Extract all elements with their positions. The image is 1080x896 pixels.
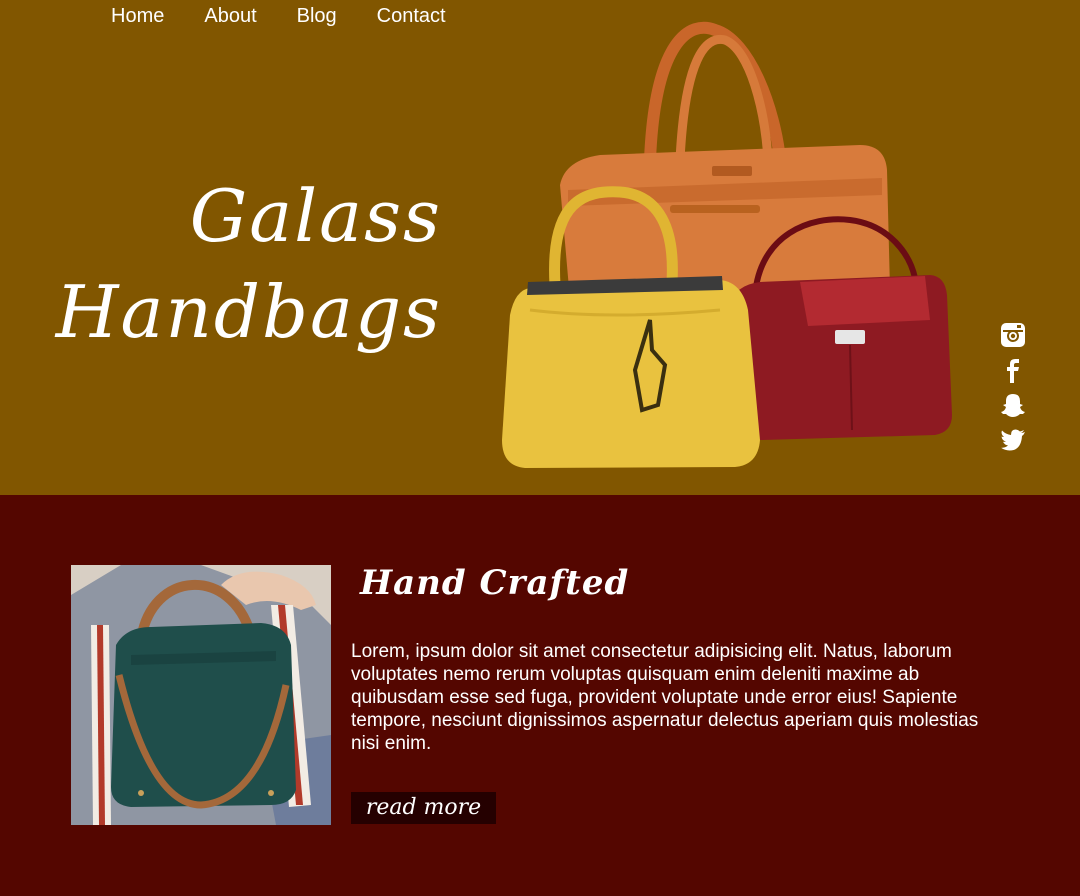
handbag-photo [71, 565, 331, 825]
hero-title-line1: Galass [189, 174, 442, 258]
facebook-icon[interactable] [1000, 357, 1026, 383]
content-section: Hand Crafted Lorem, ipsum dolor sit amet… [0, 495, 1080, 896]
social-icons [998, 322, 1028, 453]
handbags-image [502, 21, 952, 468]
section-body: Lorem, ipsum dolor sit amet consectetur … [351, 641, 979, 754]
instagram-icon[interactable] [1000, 322, 1026, 348]
read-more-button[interactable]: read more [351, 792, 496, 824]
snapchat-icon[interactable] [1000, 392, 1026, 418]
twitter-icon[interactable] [1000, 427, 1026, 453]
hero-section: Home About Blog Contact Galass Handbags [0, 0, 1080, 495]
hero-title-line2: Handbags [55, 270, 442, 354]
hero-title: Galass Handbags [56, 168, 442, 360]
section-title: Hand Crafted [360, 563, 630, 603]
nav-link-blog[interactable]: Blog [297, 5, 337, 27]
nav-link-contact[interactable]: Contact [377, 5, 446, 27]
nav-link-home[interactable]: Home [111, 5, 164, 27]
main-nav: Home About Blog Contact [111, 5, 446, 27]
nav-link-about[interactable]: About [204, 5, 256, 27]
